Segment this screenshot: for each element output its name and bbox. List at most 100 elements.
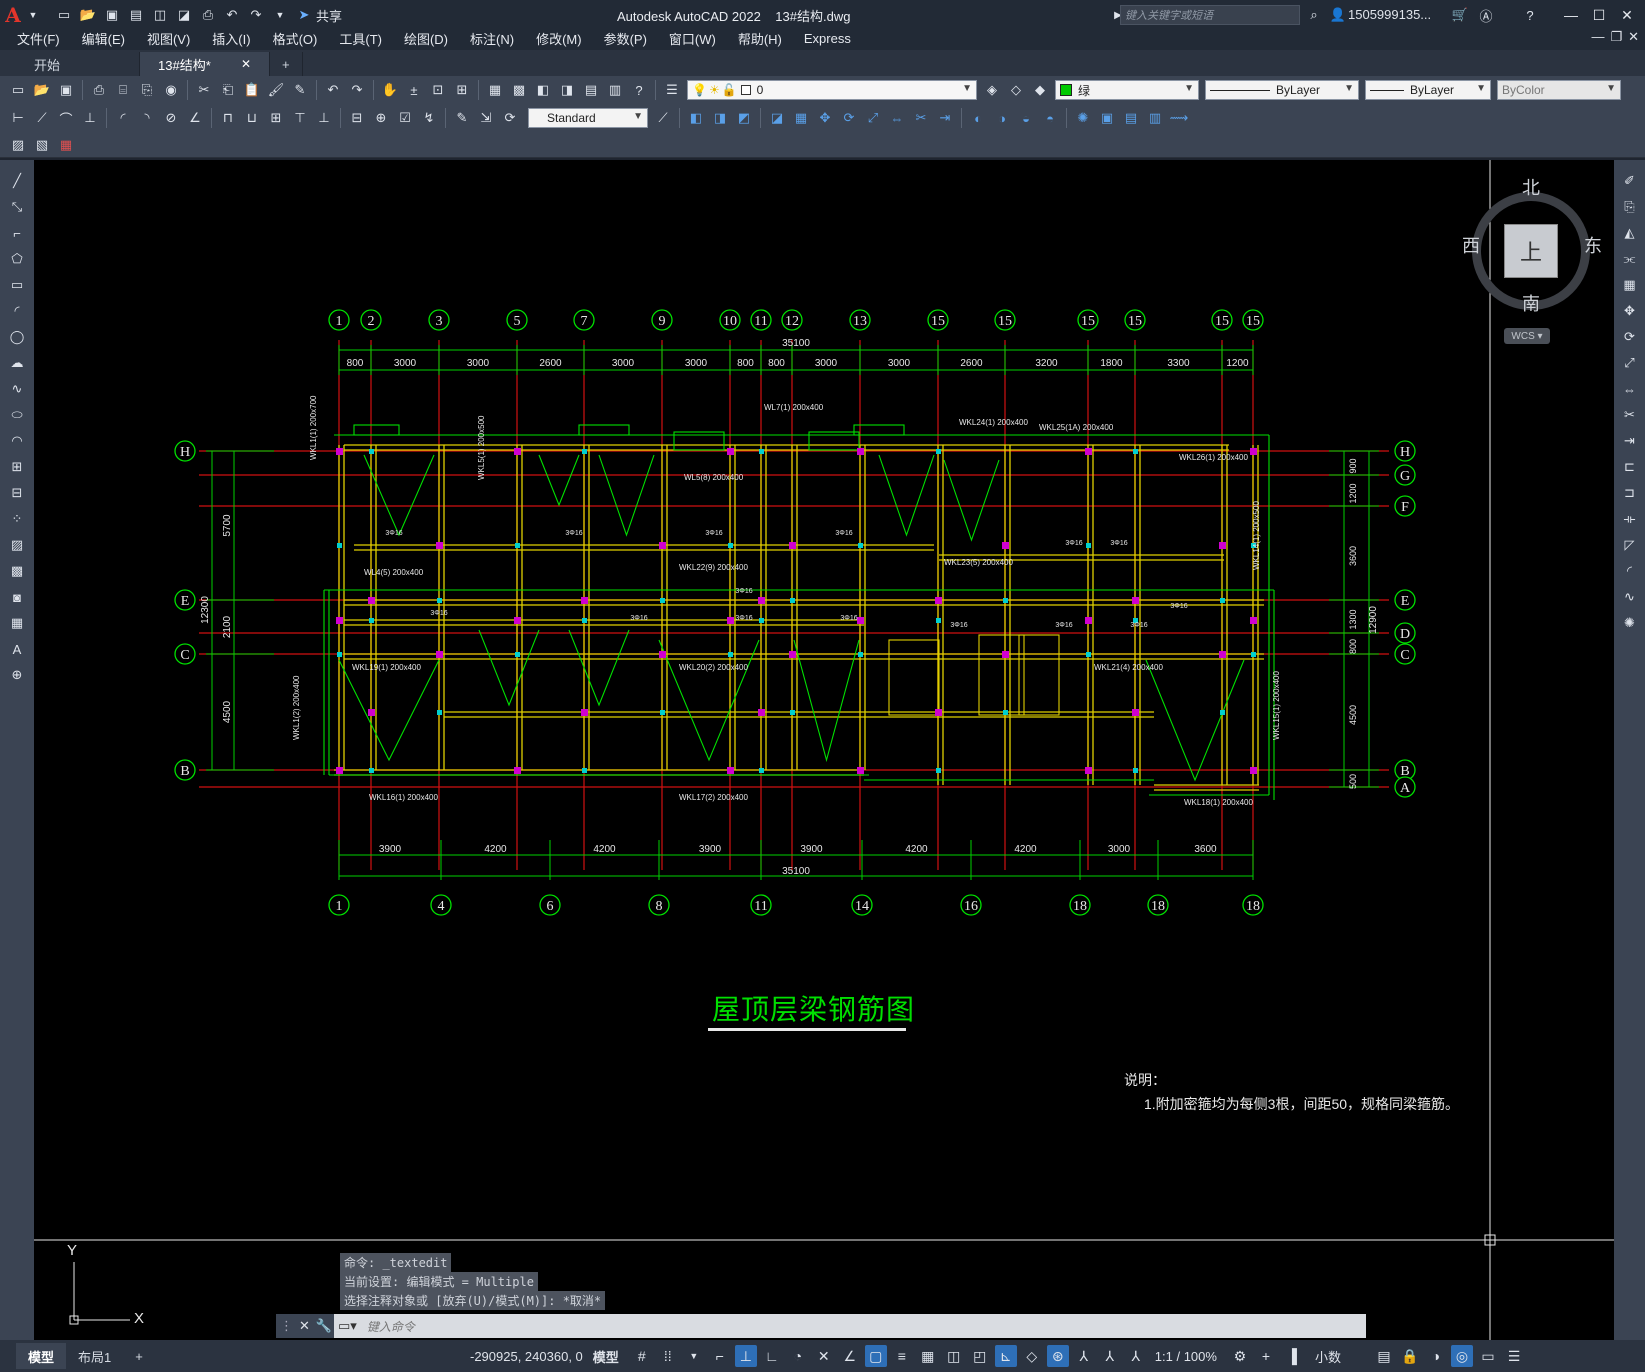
erase-icon[interactable]: ◧ bbox=[686, 108, 706, 128]
construction-line-icon[interactable]: ⤡ bbox=[7, 197, 27, 217]
arc-icon[interactable]: ◜ bbox=[7, 301, 27, 321]
zoom-previous-icon[interactable]: ⊞ bbox=[452, 80, 472, 100]
layer-properties-icon[interactable]: ☰ bbox=[662, 80, 682, 100]
command-line-handle[interactable]: ⋮ ✕ 🔧 bbox=[276, 1314, 340, 1338]
quick-properties-icon[interactable]: ▤ bbox=[1373, 1345, 1395, 1367]
annotation-scale-icon[interactable]: ⅄ bbox=[1125, 1345, 1147, 1367]
dimedit-icon[interactable]: ✎ bbox=[452, 108, 472, 128]
model-space-toggle[interactable]: 模型 bbox=[593, 1347, 619, 1366]
ungroup-icon[interactable]: ▤ bbox=[1121, 108, 1141, 128]
dimstyle-manager-icon[interactable]: ⟋ bbox=[653, 108, 673, 128]
dimstyle-combo[interactable]: Standard ▼ bbox=[528, 108, 648, 128]
chamfer-icon[interactable]: ◸ bbox=[1620, 535, 1640, 555]
menu-tools[interactable]: 工具(T) bbox=[328, 29, 393, 48]
point-icon[interactable]: ⁘ bbox=[7, 509, 27, 529]
search-icon[interactable]: ⌕ bbox=[1304, 5, 1324, 25]
add-icon[interactable]: + bbox=[1255, 1345, 1277, 1367]
save-icon[interactable]: ▣ bbox=[102, 5, 122, 25]
move-icon[interactable]: ✥ bbox=[815, 108, 835, 128]
tab-model[interactable]: 模型 bbox=[16, 1343, 67, 1369]
mtext-icon[interactable]: A bbox=[7, 639, 27, 659]
compass-east[interactable]: 东 bbox=[1584, 232, 1602, 258]
chamfer-icon[interactable]: ◒ bbox=[1016, 108, 1036, 128]
layer-state-icon[interactable]: ◆ bbox=[1030, 80, 1050, 100]
block-editor-icon[interactable]: ✎ bbox=[290, 80, 310, 100]
menu-dimension[interactable]: 标注(N) bbox=[459, 29, 525, 48]
revision-cloud-icon[interactable]: ☁ bbox=[7, 353, 27, 373]
copy-icon[interactable]: ⎘ bbox=[1620, 197, 1640, 217]
hatch-icon[interactable]: ▨ bbox=[7, 535, 27, 555]
plot-icon[interactable]: ⎙ bbox=[89, 80, 109, 100]
break-icon[interactable]: ⊏ bbox=[1620, 457, 1640, 477]
menu-edit[interactable]: 编辑(E) bbox=[71, 29, 136, 48]
selection-cycling-icon[interactable]: ◫ bbox=[943, 1345, 965, 1367]
copy-object-icon[interactable]: ◨ bbox=[710, 108, 730, 128]
add-selected-icon[interactable]: ⊕ bbox=[7, 665, 27, 685]
menu-file[interactable]: 文件(F) bbox=[6, 29, 71, 48]
zoom-window-icon[interactable]: ⊡ bbox=[428, 80, 448, 100]
rotate-icon[interactable]: ⟳ bbox=[839, 108, 859, 128]
snap-icon[interactable]: ⁞⁞ bbox=[657, 1345, 679, 1367]
auto-scale-icon[interactable]: ⅄ bbox=[1099, 1345, 1121, 1367]
gradient-icon[interactable]: ▩ bbox=[7, 561, 27, 581]
ordinate-dim-icon[interactable]: ⊥ bbox=[80, 108, 100, 128]
undo-icon[interactable]: ↶ bbox=[323, 80, 343, 100]
viewcube-top-face[interactable]: 上 bbox=[1504, 224, 1558, 278]
annotation-visibility-icon[interactable]: ⅄ bbox=[1073, 1345, 1095, 1367]
redo-icon[interactable]: ↷ bbox=[347, 80, 367, 100]
user-icon[interactable]: 👤 bbox=[1328, 5, 1348, 25]
units-value[interactable]: 小数 bbox=[1315, 1347, 1341, 1366]
angular-dim-icon[interactable]: ∠ bbox=[185, 108, 205, 128]
clean-screen-icon[interactable]: ▭ bbox=[1477, 1345, 1499, 1367]
properties-icon[interactable]: ▦ bbox=[485, 80, 505, 100]
mirror-icon[interactable]: ◭ bbox=[1620, 223, 1640, 243]
viewcube[interactable]: 上 北 南 西 东 WCS ▾ bbox=[1462, 174, 1602, 344]
pan-icon[interactable]: ✋ bbox=[380, 80, 400, 100]
copy-icon[interactable]: ⎗ bbox=[218, 80, 238, 100]
diameter-dim-icon[interactable]: ⊘ bbox=[161, 108, 181, 128]
inspection-icon[interactable]: ☑ bbox=[395, 108, 415, 128]
tolerance-icon[interactable]: ⊟ bbox=[347, 108, 367, 128]
design-center-icon[interactable]: ▩ bbox=[509, 80, 529, 100]
transparency-icon[interactable]: ▦ bbox=[917, 1345, 939, 1367]
close-command-icon[interactable]: ✕ bbox=[299, 1318, 310, 1334]
cut-icon[interactable]: ✂ bbox=[194, 80, 214, 100]
add-layout-button[interactable]: + bbox=[123, 1343, 155, 1369]
group-icon[interactable]: ▣ bbox=[1097, 108, 1117, 128]
make-block-icon[interactable]: ⊟ bbox=[7, 483, 27, 503]
qnew-icon[interactable]: ▭ bbox=[8, 80, 28, 100]
blend-curves-icon[interactable]: ∿ bbox=[1620, 587, 1640, 607]
help-icon[interactable]: ? bbox=[629, 80, 649, 100]
settings-icon[interactable]: ⚙ bbox=[1229, 1345, 1251, 1367]
3d-osnap-icon[interactable]: ◰ bbox=[969, 1345, 991, 1367]
zoom-realtime-icon[interactable]: ± bbox=[404, 80, 424, 100]
compass-north[interactable]: 北 bbox=[1522, 174, 1540, 200]
tab-close-icon[interactable]: ✕ bbox=[241, 57, 251, 71]
trim-icon[interactable]: ✂ bbox=[911, 108, 931, 128]
3d-print-icon[interactable]: ◉ bbox=[161, 80, 181, 100]
doc-restore-icon[interactable]: ❐ bbox=[1610, 29, 1622, 45]
plot-icon[interactable]: ⎙ bbox=[198, 5, 218, 25]
menu-insert[interactable]: 插入(I) bbox=[201, 29, 261, 48]
menu-view[interactable]: 视图(V) bbox=[136, 29, 201, 48]
open-icon[interactable]: 📂 bbox=[32, 80, 52, 100]
join-icon[interactable]: ⟛ bbox=[1620, 509, 1640, 529]
help-icon[interactable]: ? bbox=[1520, 5, 1540, 25]
rotate-icon[interactable]: ⟳ bbox=[1620, 327, 1640, 347]
share-button[interactable]: 共享 bbox=[316, 6, 342, 25]
dim-space-icon[interactable]: ⊤ bbox=[290, 108, 310, 128]
lineweight-combo[interactable]: ByLayer ▼ bbox=[1365, 80, 1491, 100]
linetype-combo[interactable]: ByLayer ▼ bbox=[1205, 80, 1359, 100]
new-file-icon[interactable]: ▭ bbox=[54, 5, 74, 25]
new-tab-button[interactable]: + bbox=[270, 52, 303, 76]
tab-layout1[interactable]: 布局1 bbox=[66, 1343, 123, 1369]
layer-tool-icon[interactable]: ▦ bbox=[56, 135, 76, 155]
user-account[interactable]: 1505999135... bbox=[1348, 7, 1431, 22]
block-icon[interactable]: ▨ bbox=[8, 135, 28, 155]
autodesk-app-icon[interactable]: Ⓐ bbox=[1476, 5, 1496, 25]
customize-command-icon[interactable]: 🔧 bbox=[316, 1318, 332, 1334]
plotstyle-combo[interactable]: ByColor ▼ bbox=[1497, 80, 1621, 100]
isolate-objects-icon[interactable]: ◑ bbox=[1425, 1345, 1447, 1367]
move-icon[interactable]: ✥ bbox=[1620, 301, 1640, 321]
make-current-layer-icon[interactable]: ◈ bbox=[982, 80, 1002, 100]
